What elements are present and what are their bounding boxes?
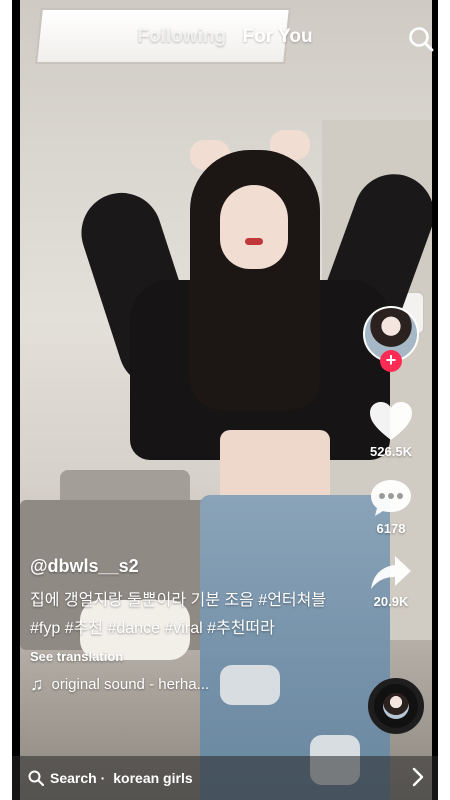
search-icon [28, 770, 44, 786]
tab-for-you[interactable]: For You [243, 26, 313, 48]
share-count: 20.9K [373, 594, 409, 609]
lips [245, 238, 263, 245]
post-description: 집에 갱얼지랑 둘뿐이라 기분 조음 #언터쳐블 #fyp #추천 #dance… [30, 592, 327, 637]
creator-avatar-wrap[interactable]: + [363, 306, 419, 372]
see-translation-link[interactable]: See translation [30, 649, 330, 664]
chevron-right-icon [412, 767, 424, 787]
search-suggestion-bar[interactable]: Search · korean girls [12, 756, 438, 800]
search-query: korean girls [113, 770, 193, 786]
search-label: Search · [50, 770, 106, 786]
comment-button[interactable]: 6178 [358, 477, 424, 536]
tab-following[interactable]: Following [137, 26, 226, 48]
share-button[interactable]: 20.9K [358, 554, 424, 609]
post-caption: @dbwls__s2 집에 갱얼지랑 둘뿐이라 기분 조음 #언터쳐블 #fyp… [30, 556, 330, 695]
heart-icon [370, 402, 412, 440]
feed-tabs: Following For You [0, 26, 450, 48]
follow-button[interactable]: + [380, 350, 402, 372]
face [220, 185, 288, 269]
action-rail: + 526.5K 6178 20.9K [358, 306, 424, 609]
username[interactable]: @dbwls__s2 [30, 556, 330, 577]
comment-icon [371, 480, 411, 516]
sound-title: original sound - herha... [51, 676, 210, 693]
share-arrow-icon [371, 556, 411, 589]
music-note-icon: ♫ [30, 674, 44, 694]
comment-count: 6178 [376, 521, 406, 536]
like-button[interactable]: 526.5K [358, 400, 424, 459]
sound-disc[interactable] [368, 678, 424, 734]
like-count: 526.5K [370, 444, 412, 459]
sound-cover [383, 693, 409, 719]
sound-link[interactable]: ♫ original sound - herha... [30, 674, 330, 695]
